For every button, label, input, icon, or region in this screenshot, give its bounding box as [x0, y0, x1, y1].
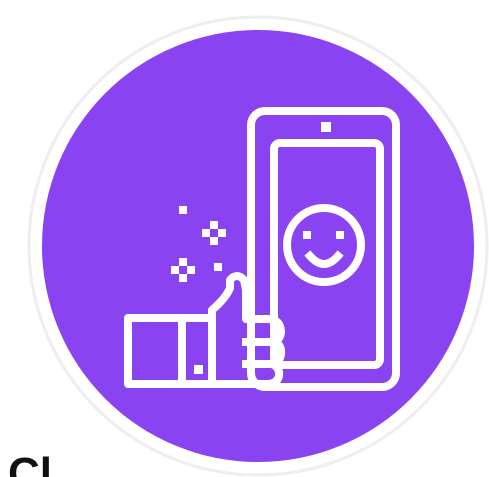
smiley-left-eye: [303, 231, 311, 239]
sleeve-button: [194, 365, 203, 374]
cropped-caption: Cl: [8, 449, 52, 477]
badge-illustration: [27, 15, 489, 477]
purple-disc: [42, 30, 474, 462]
sparkle-dot-1: [179, 206, 187, 214]
badge-canvas: Cl: [0, 0, 489, 477]
smiley-right-eye: [336, 231, 344, 239]
phone-camera-icon: [321, 122, 331, 132]
sparkle-dot-2: [214, 263, 222, 271]
